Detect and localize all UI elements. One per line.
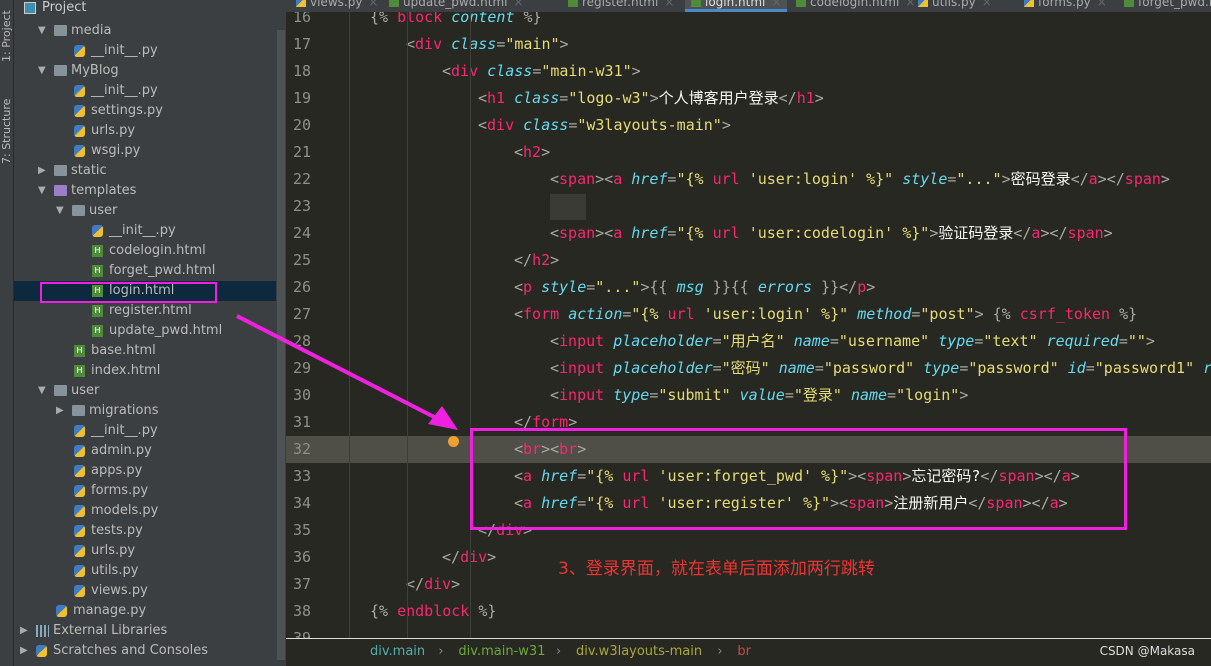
- annotation-note: 3、登录界面，就在表单后面添加两行跳转: [558, 559, 875, 579]
